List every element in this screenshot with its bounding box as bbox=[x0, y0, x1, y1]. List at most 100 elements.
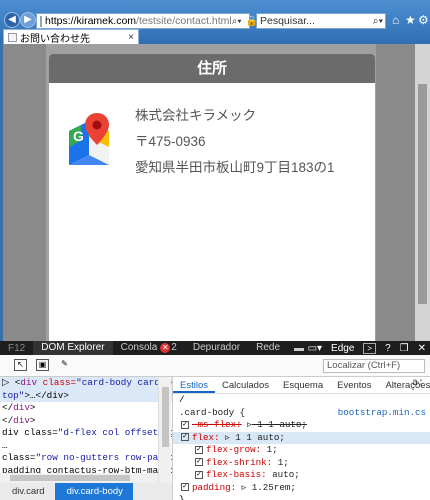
dom-token: </ bbox=[2, 402, 14, 413]
search-dropdown-icon[interactable]: ⌕▾ bbox=[232, 16, 242, 27]
gear-icon[interactable]: ⚙ bbox=[418, 13, 429, 27]
address-bar[interactable]: https://kiramek.com/testsite/contact.htm… bbox=[36, 13, 270, 29]
svg-text:G: G bbox=[73, 128, 84, 144]
property-name: padding: bbox=[192, 481, 237, 493]
find-input[interactable]: Localizar (Ctrl+F) bbox=[323, 359, 425, 373]
page-scrollbar[interactable] bbox=[415, 44, 430, 341]
property-name: flex-basis: bbox=[206, 469, 267, 480]
page-icon bbox=[40, 15, 42, 27]
console-toggle-icon[interactable]: > bbox=[363, 342, 377, 354]
dom-node-line[interactable]: </div> bbox=[0, 415, 172, 428]
mode-selector[interactable]: Edge bbox=[331, 343, 354, 354]
card-body: G 株式会社キラメック 〒475-0936 愛知県半田市板山町9丁目183の1 bbox=[49, 83, 375, 341]
text-size-icon[interactable]: a: bbox=[412, 378, 424, 389]
dom-token: div class= bbox=[2, 427, 58, 438]
property-value: 1 1 auto; bbox=[229, 431, 285, 443]
back-button[interactable]: ◀ bbox=[4, 12, 20, 28]
css-declaration[interactable]: ✓ flex: ▹ 1 1 auto; bbox=[173, 431, 430, 444]
rule-selector: .card-body { bbox=[179, 406, 246, 418]
declaration-checkbox[interactable]: ✓ bbox=[195, 445, 203, 454]
google-maps-icon[interactable]: G bbox=[67, 111, 111, 169]
breadcrumb: div.card div.card-body bbox=[0, 483, 172, 500]
tab-styles[interactable]: Estilos bbox=[173, 377, 215, 393]
dom-token: div bbox=[13, 402, 30, 413]
dom-tree[interactable]: ▷ <div class="card-body card-body- top">… bbox=[0, 377, 172, 483]
property-name: -ms-flex: bbox=[192, 419, 242, 430]
rule-source-link[interactable]: bootstrap.min.cs bbox=[338, 407, 426, 420]
undock-icon[interactable]: ❐ bbox=[400, 343, 409, 354]
highlight-icon[interactable]: ▣ bbox=[36, 359, 49, 371]
dom-scrollbar[interactable] bbox=[158, 377, 171, 483]
dom-node-line[interactable]: class="row no-gutters row-padding- bbox=[0, 452, 172, 465]
tab-console[interactable]: Consola ✕ 2 bbox=[113, 341, 185, 355]
search-input[interactable]: Pesquisar... ⌕▾ bbox=[256, 13, 386, 29]
dom-node-line[interactable]: div class="d-flex col offset-lg-0"> bbox=[0, 427, 172, 440]
css-declaration[interactable]: ✓ padding: ▹ 1.25rem; bbox=[173, 482, 430, 495]
dom-token: ▷ < bbox=[2, 377, 21, 388]
dom-node-line[interactable]: </div> bbox=[0, 402, 172, 415]
dom-scroll-thumb[interactable] bbox=[162, 387, 169, 447]
declaration-checkbox[interactable]: ✓ bbox=[181, 420, 189, 429]
tab-debugger[interactable]: Depurador bbox=[185, 341, 248, 355]
dom-node-line[interactable]: top">…</div> bbox=[0, 389, 172, 402]
property-value: 1; bbox=[277, 456, 289, 468]
tab-network[interactable]: Rede bbox=[248, 341, 288, 355]
dom-hscroll-thumb[interactable] bbox=[10, 475, 130, 481]
dom-token: "d-flex col offset-lg-0" bbox=[57, 427, 172, 438]
declaration-checkbox[interactable]: ✓ bbox=[195, 458, 203, 467]
error-icon: ✕ bbox=[160, 343, 171, 353]
dom-token: class= bbox=[2, 452, 36, 463]
tab-events[interactable]: Eventos bbox=[330, 377, 378, 393]
declaration-checkbox[interactable]: ✓ bbox=[181, 433, 189, 442]
search-placeholder: Pesquisar... bbox=[260, 15, 315, 27]
browser-tab[interactable]: お問い合わせ先 × bbox=[3, 29, 139, 45]
dom-token: > bbox=[29, 414, 36, 426]
expand-arrow-icon: ▹ bbox=[236, 481, 247, 493]
page-scroll-thumb[interactable] bbox=[418, 84, 427, 304]
company-name: 株式会社キラメック bbox=[135, 108, 257, 123]
rule-selector-line: .card-body { bootstrap.min.cs bbox=[173, 407, 430, 420]
home-icon[interactable]: ⌂ bbox=[392, 13, 399, 27]
dom-node-line[interactable]: … bbox=[0, 440, 172, 453]
tab-computed[interactable]: Calculados bbox=[215, 377, 276, 393]
eyedropper-icon[interactable]: ✎ bbox=[58, 359, 71, 371]
console-tab-label: Consola bbox=[120, 342, 158, 353]
close-tab-icon[interactable]: × bbox=[128, 32, 134, 43]
dom-token: div bbox=[13, 414, 30, 426]
card-header: 住所 bbox=[49, 54, 375, 83]
declaration-checkbox[interactable]: ✓ bbox=[181, 483, 189, 492]
tab-layout[interactable]: Esquema bbox=[276, 377, 330, 393]
property-value: auto; bbox=[272, 469, 300, 480]
close-devtools-icon[interactable]: ✕ bbox=[418, 343, 426, 354]
css-declaration[interactable]: ✓ flex-shrink: 1; bbox=[173, 457, 430, 470]
devtools-toolbar: ↖ ▣ ✎ Localizar (Ctrl+F) bbox=[0, 355, 430, 377]
expand-arrow-icon: ▹ bbox=[219, 431, 230, 443]
forward-button[interactable]: ▶ bbox=[20, 12, 36, 28]
declaration-checkbox[interactable]: ✓ bbox=[195, 470, 203, 479]
search-icon[interactable]: ⌕▾ bbox=[373, 14, 383, 28]
rule-close-brace: } bbox=[179, 494, 185, 500]
breadcrumb-item[interactable]: div.card bbox=[0, 483, 55, 500]
device-icon[interactable]: ▭▾ bbox=[308, 343, 322, 354]
styles-tabs: Estilos Calculados Esquema Eventos Alter… bbox=[173, 377, 430, 394]
select-element-icon[interactable]: ↖ bbox=[14, 359, 27, 371]
breadcrumb-item-active[interactable]: div.card-body bbox=[54, 483, 133, 500]
tab-favicon-icon bbox=[8, 32, 17, 42]
tab-dom-explorer[interactable]: DOM Explorer bbox=[33, 341, 113, 355]
dom-token: </ bbox=[2, 414, 14, 426]
css-declaration[interactable]: ✓ -ms-flex: ▹ 1 1 auto; bbox=[173, 419, 430, 432]
f12-label: F12 bbox=[8, 342, 26, 354]
help-icon[interactable]: ? bbox=[385, 343, 391, 354]
css-declaration[interactable]: ✓ flex-grow: 1; bbox=[173, 444, 430, 457]
dom-node-line[interactable]: ▷ <div class="card-body card-body- bbox=[0, 377, 172, 390]
url-host: https://kiramek.com bbox=[45, 15, 137, 27]
dom-hscrollbar[interactable] bbox=[0, 473, 158, 483]
dom-token: "row no-gutters row-padding- bbox=[35, 452, 172, 463]
dom-token: >…</div> bbox=[24, 389, 69, 401]
console-error-count: 2 bbox=[171, 342, 177, 353]
tab-strip: お問い合わせ先 × bbox=[0, 29, 430, 45]
favorites-star-icon[interactable]: ★ bbox=[405, 13, 416, 27]
property-name: flex-grow: bbox=[206, 444, 262, 455]
css-declaration[interactable]: ✓ flex-basis: auto; bbox=[173, 469, 430, 482]
property-value: 1.25rem; bbox=[246, 481, 296, 493]
